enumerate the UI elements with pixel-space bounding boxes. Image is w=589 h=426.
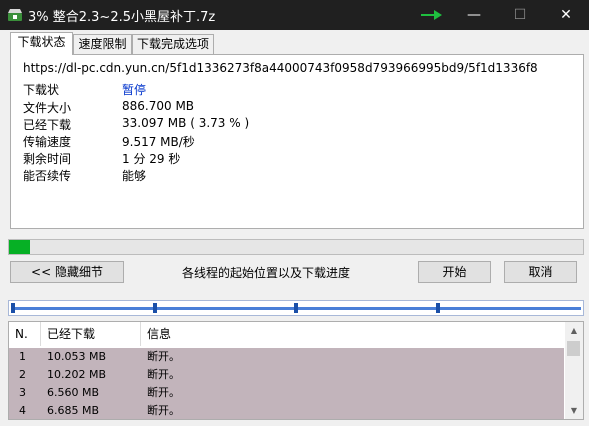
cell-info: 断开。 bbox=[147, 386, 180, 399]
table-scrollbar[interactable]: ▲ ▼ bbox=[565, 322, 583, 419]
column-header-info[interactable]: 信息 bbox=[141, 322, 564, 346]
download-progress-bar bbox=[8, 239, 584, 255]
cell-n: 3 bbox=[19, 386, 26, 399]
speed-value: 9.517 MB/秒 bbox=[122, 135, 195, 149]
table-row[interactable]: 1 10.053 MB 断开。 bbox=[9, 348, 564, 366]
table-row[interactable]: 4 6.685 MB 断开。 bbox=[9, 402, 564, 419]
scroll-down-icon[interactable]: ▼ bbox=[565, 402, 583, 419]
thread-start-marker bbox=[294, 303, 298, 313]
start-button[interactable]: 开始 bbox=[418, 261, 491, 283]
column-header-n[interactable]: N. bbox=[9, 322, 41, 346]
cell-n: 2 bbox=[19, 368, 26, 381]
maximize-button[interactable]: ☐ bbox=[497, 0, 543, 30]
cell-n: 1 bbox=[19, 350, 26, 363]
cell-n: 4 bbox=[19, 404, 26, 417]
thread-position-bar bbox=[8, 300, 584, 316]
resumable-value: 能够 bbox=[122, 169, 147, 183]
minimize-button[interactable]: — bbox=[451, 0, 497, 30]
scroll-thumb[interactable] bbox=[567, 341, 580, 356]
cell-downloaded: 6.560 MB bbox=[47, 386, 100, 399]
cell-info: 断开。 bbox=[147, 404, 180, 417]
table-row[interactable]: 3 6.560 MB 断开。 bbox=[9, 384, 564, 402]
resumable-label: 能否续传 bbox=[23, 169, 72, 183]
progress-fill bbox=[9, 240, 31, 254]
file-size-label: 文件大小 bbox=[23, 101, 72, 115]
column-header-downloaded[interactable]: 已经下载 bbox=[41, 322, 141, 346]
tab-speed-limit[interactable]: 速度限制 bbox=[73, 34, 132, 54]
table-row[interactable]: 2 10.202 MB 断开。 bbox=[9, 366, 564, 384]
scroll-up-icon[interactable]: ▲ bbox=[565, 322, 583, 339]
cell-info: 断开。 bbox=[147, 368, 180, 381]
table-header: N. 已经下载 信息 bbox=[9, 322, 564, 346]
thread-table: N. 已经下载 信息 1 10.053 MB 断开。 2 10.202 MB 断… bbox=[8, 321, 584, 420]
close-button[interactable]: ✕ bbox=[543, 0, 589, 30]
title-bar: 3% 整合2.3~2.5小黑屋补丁.7z — ☐ ✕ bbox=[0, 0, 589, 30]
thread-start-marker bbox=[11, 303, 15, 313]
file-size-value: 886.700 MB bbox=[122, 99, 195, 113]
downloaded-label: 已经下载 bbox=[23, 118, 72, 132]
status-label: 下载状 bbox=[23, 83, 60, 97]
status-panel: https://dl-pc.cdn.yun.cn/5f1d1336273f8a4… bbox=[10, 54, 584, 229]
cell-downloaded: 10.053 MB bbox=[47, 350, 107, 363]
app-icon bbox=[8, 9, 22, 21]
cell-downloaded: 6.685 MB bbox=[47, 404, 100, 417]
download-url: https://dl-pc.cdn.yun.cn/5f1d1336273f8a4… bbox=[23, 61, 538, 75]
threads-caption: 各线程的起始位置以及下载进度 bbox=[182, 266, 351, 280]
status-value: 暂停 bbox=[122, 83, 147, 97]
cell-downloaded: 10.202 MB bbox=[47, 368, 107, 381]
remaining-value: 1 分 29 秒 bbox=[122, 152, 181, 166]
hide-details-button[interactable]: << 隐藏细节 bbox=[10, 261, 124, 283]
cancel-button[interactable]: 取消 bbox=[504, 261, 577, 283]
thread-start-marker bbox=[435, 303, 440, 313]
speed-label: 传输速度 bbox=[23, 135, 72, 149]
downloaded-value: 33.097 MB ( 3.73 % ) bbox=[122, 116, 250, 130]
window-title: 3% 整合2.3~2.5小黑屋补丁.7z bbox=[28, 10, 216, 25]
thread-start-marker bbox=[152, 303, 157, 313]
remaining-label: 剩余时间 bbox=[23, 152, 72, 166]
drag-arrow-icon bbox=[421, 10, 442, 20]
tab-complete-options[interactable]: 下载完成选项 bbox=[132, 34, 214, 54]
cell-info: 断开。 bbox=[147, 350, 180, 363]
tab-download-status[interactable]: 下载状态 bbox=[10, 32, 73, 55]
